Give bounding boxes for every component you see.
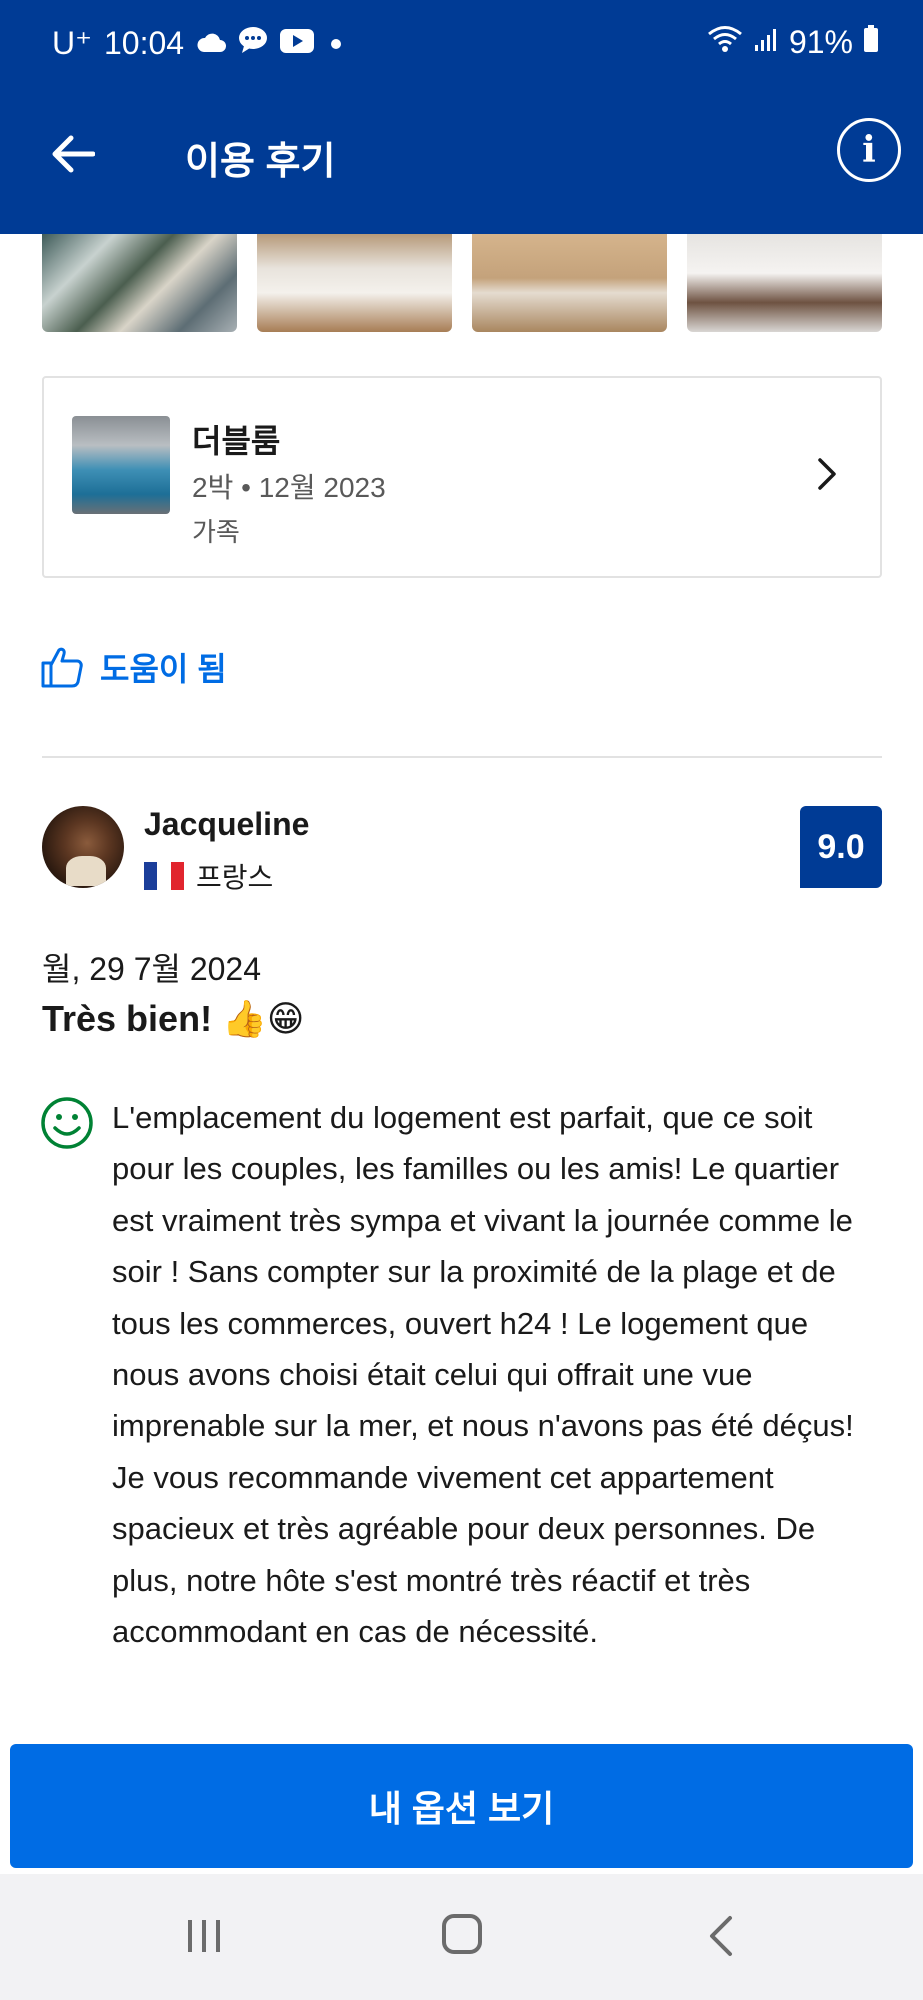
- country-label: 프랑스: [196, 862, 274, 893]
- helpful-button[interactable]: 도움이 됨: [40, 644, 227, 690]
- battery-label: 91%: [788, 24, 853, 60]
- score-badge: 9.0: [800, 806, 882, 888]
- status-right: 91%: [707, 24, 879, 61]
- photo-thumbnail[interactable]: [687, 234, 882, 332]
- divider: [42, 756, 882, 758]
- battery-icon: [863, 24, 879, 61]
- info-button[interactable]: i: [837, 118, 901, 182]
- photo-thumbnail[interactable]: [472, 234, 667, 332]
- thumbs-up-icon: [41, 647, 83, 688]
- room-name: 더블룸: [192, 423, 281, 459]
- recents-icon[interactable]: [184, 1916, 224, 1956]
- dot-icon: [326, 25, 346, 62]
- room-card[interactable]: 더블룸 2박 • 12월 2023 가족: [42, 376, 882, 578]
- review-positive-text: L'emplacement du logement est parfait, q…: [112, 1100, 854, 1650]
- youtube-icon: [280, 25, 315, 62]
- see-options-button[interactable]: 내 옵션 보기: [10, 1744, 913, 1868]
- room-thumbnail: [72, 416, 170, 514]
- photo-thumbnail[interactable]: [42, 234, 237, 332]
- review-title: Très bien! 👍😁: [42, 998, 305, 1039]
- room-stay-info: 2박 • 12월 2023: [192, 472, 386, 503]
- review-date: 월, 29 7월 2024: [42, 951, 262, 987]
- smile-icon: [41, 1097, 93, 1149]
- chevron-right-icon: [818, 458, 836, 490]
- wifi-icon: [707, 24, 743, 61]
- info-icon: i: [862, 129, 876, 171]
- signal-icon: [753, 24, 779, 61]
- avatar: [42, 806, 124, 888]
- photo-thumbnail[interactable]: [257, 234, 452, 332]
- back-button[interactable]: [44, 126, 100, 182]
- helpful-label: 도움이 됨: [100, 651, 227, 687]
- cloud-icon: [196, 25, 227, 62]
- back-nav-icon[interactable]: [706, 1914, 736, 1958]
- chat-icon: [238, 25, 268, 62]
- time-label: 10:04: [104, 24, 185, 61]
- photo-strip[interactable]: [42, 234, 882, 332]
- page-title: 이용 후기: [185, 141, 336, 183]
- system-nav-bar: [0, 1874, 923, 2000]
- status-bar: U⁺ 10:04 91%: [0, 0, 923, 88]
- france-flag-icon: [144, 862, 184, 890]
- reviewer-name: Jacqueline: [144, 806, 310, 842]
- arrow-left-icon: [52, 135, 95, 173]
- traveler-type: 가족: [192, 517, 240, 547]
- home-icon[interactable]: [442, 1914, 482, 1954]
- status-left: U⁺ 10:04: [52, 24, 346, 62]
- carrier-label: U⁺: [52, 25, 92, 61]
- app-bar: 이용 후기 i: [0, 88, 923, 234]
- reviewer-country: 프랑스: [144, 856, 273, 896]
